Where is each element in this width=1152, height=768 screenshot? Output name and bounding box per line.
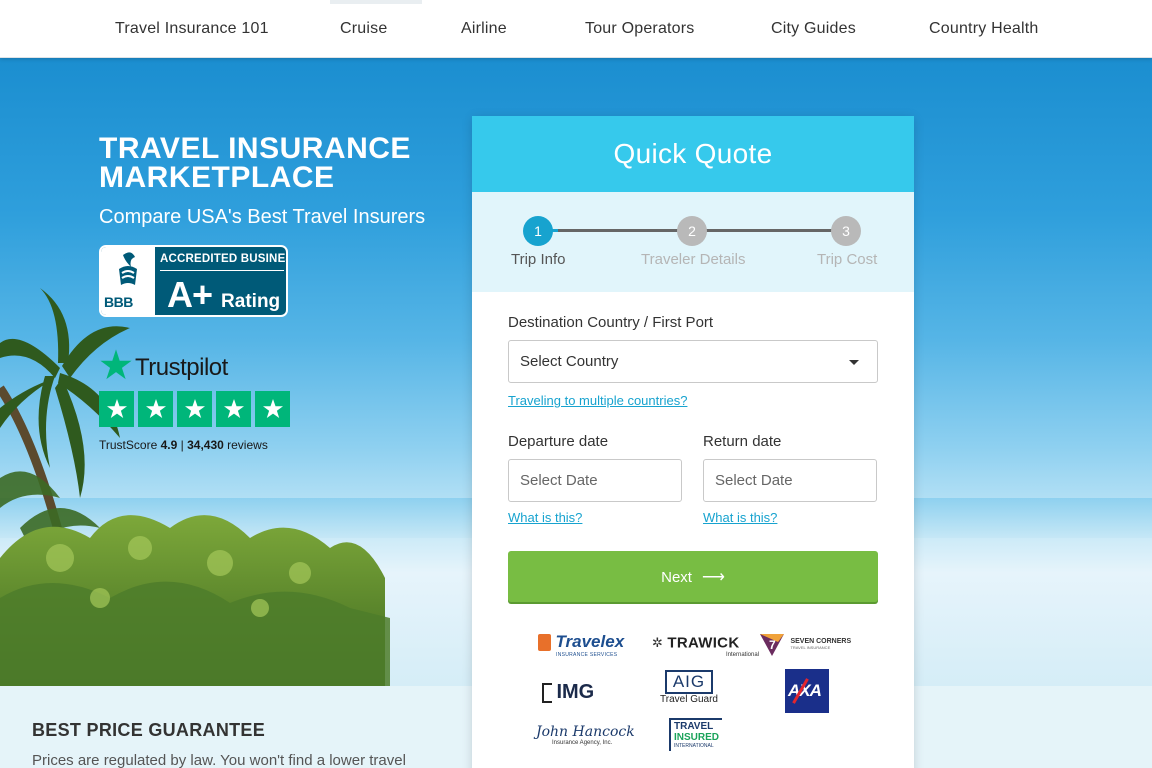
hero-subtitle: Compare USA's Best Travel Insurers [99, 206, 426, 228]
travel-insured-logo: TRAVEL INSURED INTERNATIONAL [669, 718, 723, 751]
next-button[interactable]: Next ⟶ [508, 551, 878, 602]
bbb-accreditation-badge[interactable]: BBB ACCREDITED BUSINESS A+ Rating [99, 245, 288, 317]
review-count: 34,430 [187, 438, 224, 452]
bbb-torch-logo: BBB [101, 247, 155, 315]
nav-item-airline[interactable]: Airline [461, 20, 507, 38]
bbb-divider [160, 270, 284, 271]
quick-quote-card: Quick Quote 1 2 3 Trip Info Traveler Det… [472, 116, 914, 768]
rating-star-icon [99, 391, 134, 427]
best-price-title: BEST PRICE GUARANTEE [32, 720, 266, 740]
seven-corners-subtext: TRAVEL INSURANCE [790, 645, 831, 650]
img-bracket-icon [542, 682, 552, 703]
travel-insured-line1: TRAVEL [674, 721, 714, 732]
trustscore-value: 4.9 [160, 438, 178, 452]
rating-star-icon [255, 391, 290, 427]
departure-help-link[interactable]: What is this? [508, 510, 582, 525]
return-date-label: Return date [703, 433, 782, 450]
reviews-label: reviews [227, 438, 268, 452]
next-label: Next [661, 568, 692, 586]
step-2-label: Traveler Details [641, 251, 746, 268]
quote-stepper: 1 2 3 Trip Info Traveler Details Trip Co… [472, 192, 914, 292]
step-connector [706, 229, 832, 232]
hero-title: TRAVEL INSURANCE MARKETPLACE [99, 132, 411, 194]
bbb-rating-word: Rating [221, 291, 281, 312]
top-navigation: Travel Insurance 101 Cruise Airline Tour… [0, 0, 1152, 58]
rating-star-icon [138, 391, 173, 427]
quote-header: Quick Quote [472, 116, 914, 192]
travelex-subtext: INSURANCE SERVICES [556, 652, 618, 658]
seven-corners-wordmark: SEVEN CORNERS [790, 638, 852, 645]
step-3-label: Trip Cost [817, 251, 878, 268]
step-1-label: Trip Info [511, 251, 566, 268]
step-2-circle[interactable]: 2 [677, 216, 707, 246]
trustpilot-star-icon [100, 349, 132, 380]
nav-item-city-guides[interactable]: City Guides [771, 20, 856, 38]
trustpilot-star-rating [99, 391, 290, 427]
bbb-rating: A+ Rating [167, 274, 281, 315]
step-connector [558, 229, 678, 232]
seven-corners-mark-glyph: 7 [769, 638, 776, 652]
trawick-logo: ✲ TRAWICK International [652, 634, 759, 658]
aig-wordmark: AIG [664, 670, 714, 694]
nav-item-travel-insurance-101[interactable]: Travel Insurance 101 [115, 20, 269, 38]
destination-label: Destination Country / First Port [508, 314, 714, 331]
quote-title: Quick Quote [613, 138, 773, 169]
multiple-countries-link[interactable]: Traveling to multiple countries? [508, 393, 687, 408]
john-hancock-subtext: Insurance Agency, Inc. [552, 740, 613, 746]
rating-star-icon [177, 391, 212, 427]
nav-active-indicator [330, 0, 422, 4]
travel-insured-line3: INTERNATIONAL [674, 743, 714, 749]
return-date-input[interactable] [703, 459, 877, 502]
travelex-wordmark: Travelex [555, 632, 625, 651]
travel-insured-line2: INSURED [674, 732, 720, 743]
nav-item-cruise[interactable]: Cruise [340, 20, 387, 38]
best-price-text: Prices are regulated by law. You won't f… [32, 752, 406, 768]
axa-logo: AXA [785, 669, 829, 713]
bbb-wordmark: BBB [104, 294, 133, 310]
trustscore-label: TrustScore [99, 438, 158, 452]
bbb-grade: A+ [167, 274, 213, 315]
gear-icon: ✲ [652, 634, 663, 650]
nav-item-tour-operators[interactable]: Tour Operators [585, 20, 695, 38]
john-hancock-logo: John Hancock Insurance Agency, Inc. [536, 724, 635, 746]
trawick-subtext: International [726, 652, 760, 658]
seven-corners-mark-icon: 7 [760, 634, 784, 656]
destination-selected-value: Select Country [520, 353, 619, 370]
departure-date-label: Departure date [508, 433, 609, 450]
trawick-wordmark: TRAWICK [667, 634, 740, 652]
img-wordmark: IMG [556, 681, 595, 703]
seven-corners-logo: 7 SEVEN CORNERS TRAVEL INSURANCE [758, 630, 851, 658]
bbb-torch-icon [119, 252, 137, 285]
arrow-right-icon: ⟶ [701, 568, 725, 586]
return-help-link[interactable]: What is this? [703, 510, 777, 525]
departure-date-input[interactable] [508, 459, 682, 502]
rating-star-icon [216, 391, 251, 427]
step-3-circle[interactable]: 3 [831, 216, 861, 246]
trustpilot-wordmark: Trustpilot [135, 354, 228, 381]
nav-item-country-health[interactable]: Country Health [929, 20, 1039, 38]
trustscore-separator: | [180, 438, 184, 452]
destination-country-select[interactable]: Select Country [508, 340, 878, 383]
travelex-mark-icon [538, 633, 551, 651]
aig-travel-guard-logo: AIG Travel Guard [660, 670, 718, 705]
chevron-down-icon [849, 360, 859, 365]
step-1-circle[interactable]: 1 [523, 216, 553, 246]
img-logo: IMG [542, 681, 594, 704]
travelex-logo: Travelex INSURANCE SERVICES [538, 632, 624, 658]
john-hancock-wordmark: John Hancock [536, 724, 635, 740]
travel-guard-text: Travel Guard [660, 694, 718, 705]
bbb-accredited-text: ACCREDITED BUSINESS [160, 253, 288, 265]
trustpilot-score[interactable]: TrustScore 4.9 | 34,430 reviews [99, 438, 268, 452]
